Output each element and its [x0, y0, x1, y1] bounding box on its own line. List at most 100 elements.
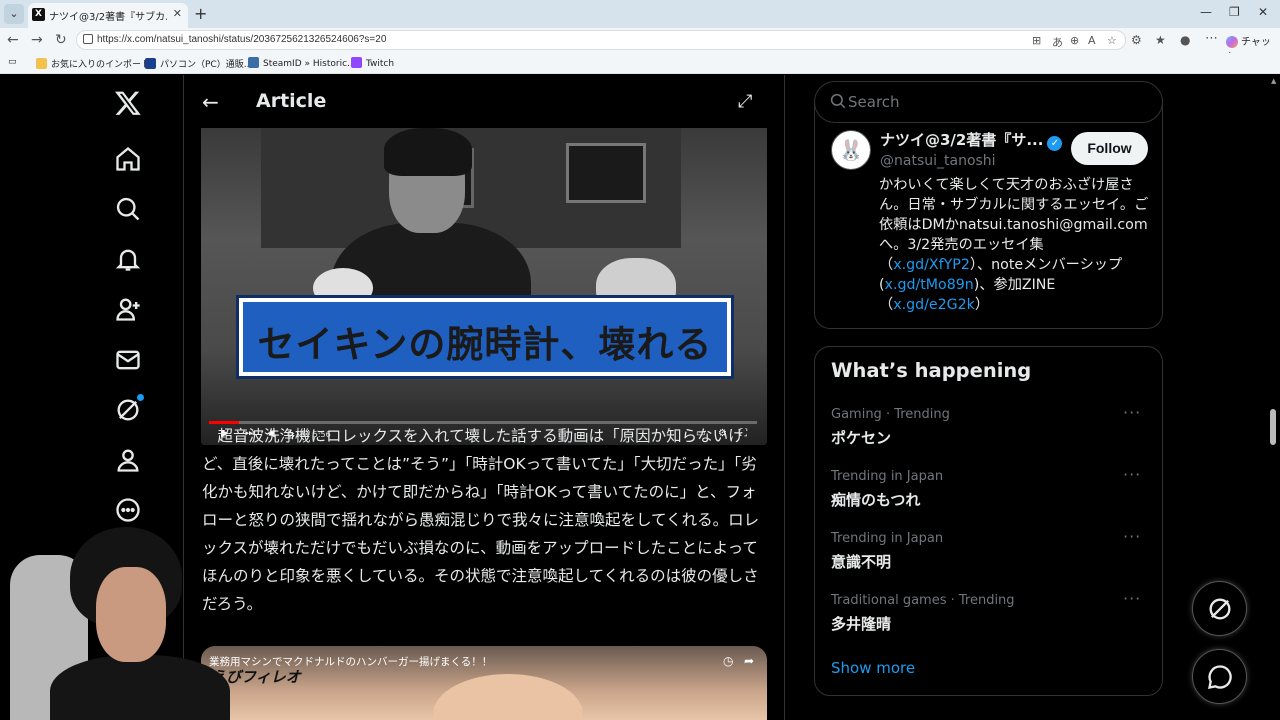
x-favicon-icon: X: [32, 8, 45, 21]
bookmark-pc-shop[interactable]: パソコン（PC）通販...: [145, 57, 252, 70]
article-title: Article: [256, 90, 327, 112]
extensions-icon[interactable]: ⚙: [1131, 33, 1142, 47]
bookmark-twitch[interactable]: Twitch: [351, 57, 394, 69]
trend-name: 意識不明: [831, 553, 892, 571]
copilot-icon: [1226, 36, 1238, 48]
expand-icon[interactable]: ⤢: [738, 91, 752, 112]
trend-meta: Trending in Japan: [831, 531, 944, 546]
grok-icon[interactable]: [114, 394, 144, 426]
page-scrollbar[interactable]: [1268, 75, 1280, 720]
share-arrow-icon[interactable]: ➦: [744, 654, 754, 668]
article-video-player[interactable]: セイキンの腕時計、壊れる ▶ ⏭ ◀ 0:18 / 5:56 ▭ ⚙ ⛶: [201, 128, 767, 445]
folder-icon: [36, 58, 47, 69]
article-video-player-2[interactable]: 業務用マシンでマクドナルドのハンバーガー揚げまくる！！ えびフィレオ ◷ ➦: [201, 646, 767, 720]
read-aloud-icon[interactable]: A: [1088, 34, 1096, 47]
back-arrow-icon[interactable]: ←: [202, 90, 219, 114]
trend-more-icon[interactable]: ···: [1123, 465, 1141, 484]
trend-more-icon[interactable]: ···: [1123, 403, 1141, 422]
explore-search-icon[interactable]: [114, 195, 144, 225]
bookmark-label: お気に入りのインポート: [51, 60, 151, 70]
back-icon[interactable]: ←: [7, 32, 19, 48]
messages-envelope-icon[interactable]: [114, 346, 144, 376]
bookmark-import[interactable]: お気に入りのインポート: [36, 57, 150, 70]
trend-more-icon[interactable]: ···: [1123, 527, 1141, 546]
author-name-text: ナツイ@3/2著書『サ...: [880, 131, 1044, 149]
trend-item[interactable]: Trending in Japan 意識不明 ···: [831, 527, 1151, 583]
url-field[interactable]: https://x.com/natsui_tanoshi/status/2036…: [76, 30, 1126, 50]
webcam-person-body: [50, 655, 230, 720]
watch-later-clock-icon[interactable]: ◷: [723, 654, 733, 668]
trend-item[interactable]: Traditional games · Trending 多井隆晴 ···: [831, 589, 1151, 645]
trend-item[interactable]: Gaming · Trending ポケセン ···: [831, 403, 1151, 459]
translate-icon[interactable]: あ: [1052, 34, 1063, 50]
webcam-person-face: [96, 567, 166, 662]
trend-meta: Traditional games · Trending: [831, 593, 1015, 608]
forward-icon[interactable]: →: [31, 32, 43, 48]
favorites-icon[interactable]: ★: [1155, 33, 1166, 47]
bio-text: ）: [974, 297, 990, 313]
messages-floating-button[interactable]: [1192, 649, 1247, 704]
video-caption-text: セイキンの腕時計、壊れる: [257, 323, 713, 366]
video-plaque: [566, 143, 646, 203]
profile-avatar-icon[interactable]: ●: [1180, 33, 1190, 47]
author-profile-card: 🐰 ナツイ@3/2著書『サ... ✓ @natsui_tanoshi Follow…: [814, 100, 1163, 329]
search-box[interactable]: Search: [814, 81, 1163, 123]
bookmarks-bar: ▭ お気に入りのインポート パソコン（PC）通販... SteamID » Hi…: [0, 53, 1280, 74]
favorite-star-icon[interactable]: ☆: [1107, 34, 1117, 47]
new-tab-icon[interactable]: +: [194, 4, 207, 23]
more-menu-icon[interactable]: ⋯: [1205, 31, 1218, 46]
minimize-icon[interactable]: —: [1200, 5, 1212, 19]
author-avatar[interactable]: 🐰: [831, 130, 871, 170]
verified-badge-icon: ✓: [1047, 136, 1063, 151]
x-page: セイキンの腕時計、壊れる ▶ ⏭ ◀ 0:18 / 5:56 ▭ ⚙ ⛶ ← A…: [0, 75, 1280, 720]
x-logo-icon[interactable]: [114, 89, 144, 119]
zoom-icon[interactable]: ⊕: [1070, 34, 1079, 47]
trend-more-icon[interactable]: ···: [1123, 589, 1141, 608]
trend-item[interactable]: Trending in Japan 痴情のもつれ ···: [831, 465, 1151, 521]
bookmark-steamid[interactable]: SteamID » Historic...: [248, 57, 356, 69]
twitch-icon: [351, 57, 362, 68]
home-icon[interactable]: [114, 145, 144, 175]
author-handle[interactable]: @natsui_tanoshi: [880, 153, 996, 169]
grok-floating-button[interactable]: [1192, 581, 1247, 636]
browser-tab[interactable]: X ナツイ@3/2著書『サブカルをお守りにし ✕: [28, 3, 188, 28]
window-close-icon[interactable]: ✕: [1258, 5, 1268, 19]
notifications-bell-icon[interactable]: [114, 245, 144, 275]
article-header: ← Article ⤢: [184, 75, 784, 128]
search-placeholder: Search: [848, 93, 900, 111]
profile-icon[interactable]: [114, 446, 144, 476]
refresh-icon[interactable]: ↻: [55, 32, 67, 48]
p-logo-icon: [145, 58, 156, 69]
trend-name: 多井隆晴: [831, 615, 892, 633]
notification-badge: [137, 394, 144, 401]
trend-meta: Gaming · Trending: [831, 407, 950, 422]
follow-button[interactable]: Follow: [1071, 132, 1148, 165]
bookmark-label: Twitch: [366, 59, 395, 69]
browser-tab-bar: ⌄ X ナツイ@3/2著書『サブカルをお守りにし ✕ + — ❐ ✕: [0, 0, 1280, 28]
bio-link[interactable]: x.gd/tMo89n: [885, 277, 974, 293]
tab-actions-button[interactable]: ⌄: [4, 4, 24, 24]
author-name[interactable]: ナツイ@3/2著書『サ... ✓: [880, 129, 1063, 151]
tab-title: ナツイ@3/2著書『サブカルをお守りにし: [49, 12, 167, 23]
bio-link[interactable]: x.gd/XfYP2: [893, 257, 970, 273]
search-icon: [830, 93, 846, 109]
trend-name: ポケセン: [831, 429, 892, 447]
video-caption-banner: セイキンの腕時計、壊れる: [239, 298, 731, 376]
column-divider: [784, 75, 785, 720]
follow-person-icon[interactable]: [114, 295, 144, 325]
video-person-hair: [384, 128, 472, 176]
bio-link[interactable]: x.gd/e2G2k: [893, 297, 975, 313]
steam-icon: [248, 57, 259, 68]
scrollbar-thumb[interactable]: [1270, 409, 1276, 445]
article-paragraph: 超音波洗浄機にロレックスを入れて壊した話する動画は「原因か知らないけど、直後に壊…: [202, 427, 760, 613]
whats-happening-title: What’s happening: [831, 359, 1032, 382]
more-circle-icon[interactable]: [114, 496, 144, 526]
bookmark-bar-toggle-icon[interactable]: ▭: [8, 57, 17, 67]
restore-icon[interactable]: ❐: [1229, 5, 1240, 19]
author-bio: かわいくて楽しくて天才のおふざけ屋さん。日常・サブカルに関するエッセイ。ご依頼は…: [879, 175, 1149, 315]
tab-close-icon[interactable]: ✕: [173, 7, 182, 20]
scroll-up-icon[interactable]: ▲: [1271, 77, 1276, 85]
trend-meta: Trending in Japan: [831, 469, 944, 484]
show-more-link[interactable]: Show more: [831, 659, 915, 677]
app-available-icon[interactable]: ⊞: [1032, 34, 1041, 47]
